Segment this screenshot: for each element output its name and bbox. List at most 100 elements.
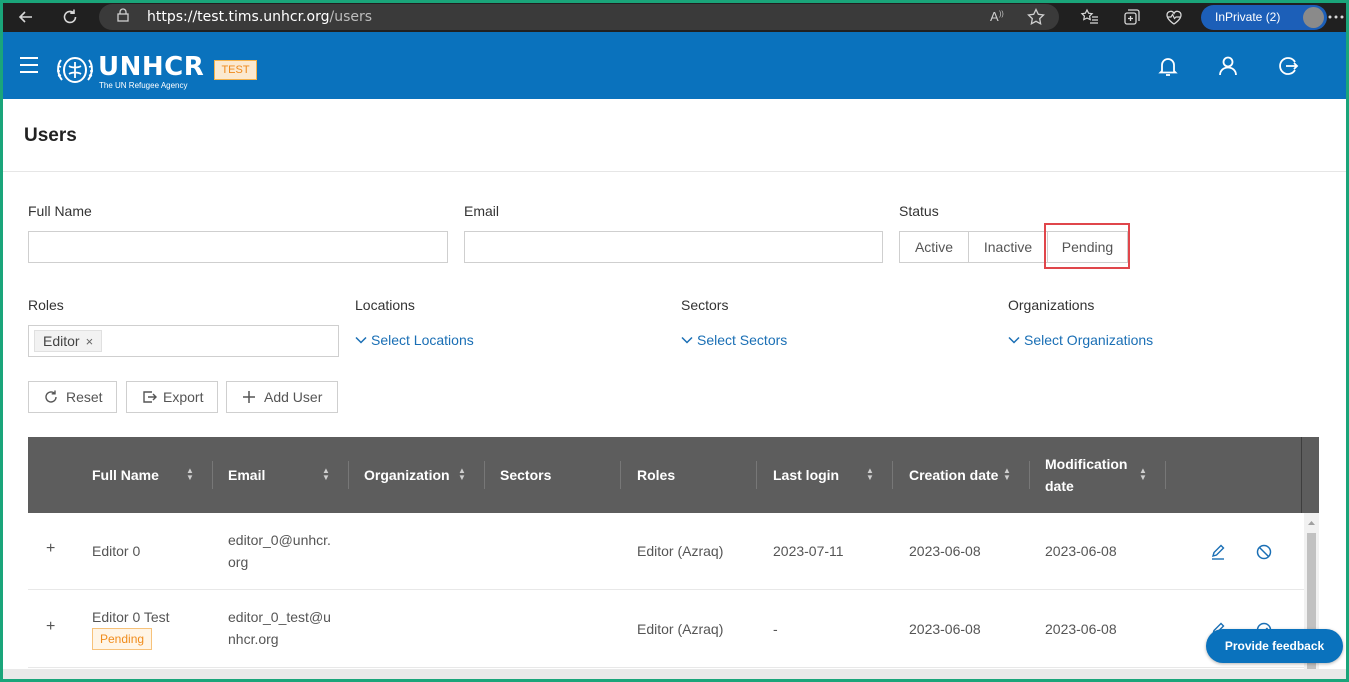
column-header-modification-date[interactable]: Modification date bbox=[1045, 437, 1135, 513]
select-organizations-dropdown[interactable]: Select Organizations bbox=[1008, 332, 1153, 348]
sectors-label: Sectors bbox=[681, 297, 729, 313]
cell-email-line-2: nhcr.org bbox=[228, 631, 279, 647]
browser-toolbar: https://test.tims.unhcr.org/users A)) In… bbox=[3, 3, 1346, 32]
sort-icon[interactable]: ▲ ▼ bbox=[458, 467, 466, 482]
user-profile-icon[interactable] bbox=[1216, 54, 1240, 78]
browser-health-icon[interactable] bbox=[1163, 7, 1185, 29]
cell-roles: Editor (Azraq) bbox=[637, 621, 724, 637]
add-user-label: Add User bbox=[264, 389, 323, 405]
page-horizontal-scrollbar[interactable] bbox=[3, 669, 1346, 679]
column-separator bbox=[1165, 461, 1166, 489]
column-header-full-name[interactable]: Full Name bbox=[92, 437, 159, 513]
logout-icon[interactable] bbox=[1276, 54, 1300, 78]
status-label: Status bbox=[899, 203, 939, 219]
column-header-roles: Roles bbox=[637, 467, 676, 483]
refresh-icon[interactable] bbox=[59, 7, 81, 29]
cell-roles: Editor (Azraq) bbox=[637, 543, 724, 559]
roles-label: Roles bbox=[28, 297, 64, 313]
chevron-down-icon bbox=[681, 332, 693, 348]
menu-icon[interactable] bbox=[20, 57, 38, 73]
sort-icon[interactable]: ▲ ▼ bbox=[186, 467, 194, 482]
locations-label: Locations bbox=[355, 297, 415, 313]
table-row: + Editor 0 editor_0@unhcr. org Editor (A… bbox=[28, 513, 1304, 590]
column-separator bbox=[620, 461, 621, 489]
scroll-up-arrow-icon[interactable] bbox=[1304, 517, 1319, 529]
column-separator bbox=[212, 461, 213, 489]
chevron-down-icon bbox=[1008, 332, 1020, 348]
app-header: UNHCR The UN Refugee Agency TEST bbox=[3, 32, 1346, 99]
cell-email-line-2: org bbox=[228, 554, 249, 570]
svg-text:A: A bbox=[990, 9, 999, 24]
status-badge: Pending bbox=[92, 628, 153, 650]
role-tag-label: Editor bbox=[43, 333, 80, 349]
reset-icon bbox=[44, 382, 58, 422]
page-title: Users bbox=[24, 125, 77, 146]
email-label: Email bbox=[464, 203, 500, 219]
select-organizations-label: Select Organizations bbox=[1024, 332, 1154, 348]
cell-full-name: Editor 0 Test bbox=[92, 609, 170, 625]
favorite-star-icon[interactable] bbox=[1027, 7, 1045, 29]
deactivate-icon[interactable] bbox=[1255, 543, 1273, 561]
url-host: https://test.tims.unhcr.org bbox=[147, 9, 330, 25]
sort-icon[interactable]: ▲ ▼ bbox=[866, 467, 874, 482]
select-locations-dropdown[interactable]: Select Locations bbox=[355, 332, 474, 348]
environment-badge: TEST bbox=[214, 60, 257, 80]
cell-email: editor_0_test@u nhcr.org bbox=[228, 606, 331, 650]
read-aloud-icon[interactable]: A)) bbox=[989, 8, 1007, 27]
notifications-bell-icon[interactable] bbox=[1156, 54, 1180, 78]
cell-email-line-1: editor_0_test@u bbox=[228, 609, 331, 625]
export-icon bbox=[142, 382, 157, 422]
column-header-creation-date[interactable]: Creation date bbox=[909, 437, 998, 513]
back-arrow-icon[interactable] bbox=[15, 7, 37, 29]
role-tag-editor: Editor × bbox=[34, 330, 103, 352]
organizations-label: Organizations bbox=[1008, 297, 1095, 313]
export-button[interactable]: Export bbox=[126, 381, 218, 413]
status-inactive-button[interactable]: Inactive bbox=[968, 231, 1048, 263]
column-separator bbox=[484, 461, 485, 489]
brand-tagline: The UN Refugee Agency bbox=[99, 81, 188, 90]
header-divider bbox=[3, 171, 1346, 172]
sort-icon[interactable]: ▲ ▼ bbox=[322, 467, 330, 482]
status-active-button[interactable]: Active bbox=[899, 231, 969, 263]
export-label: Export bbox=[163, 389, 204, 405]
lock-icon bbox=[117, 8, 129, 25]
inprivate-label: InPrivate (2) bbox=[1215, 10, 1281, 24]
more-options-icon[interactable] bbox=[1325, 7, 1346, 29]
full-name-label: Full Name bbox=[28, 203, 92, 219]
cell-modification-date: 2023-06-08 bbox=[1045, 621, 1117, 637]
column-separator bbox=[892, 461, 893, 489]
cell-last-login: - bbox=[773, 621, 778, 637]
cell-creation-date: 2023-06-08 bbox=[909, 621, 981, 637]
email-input[interactable] bbox=[464, 231, 883, 263]
favorites-list-icon[interactable] bbox=[1079, 7, 1101, 29]
select-sectors-label: Select Sectors bbox=[697, 332, 788, 348]
sort-icon[interactable]: ▲ ▼ bbox=[1003, 467, 1011, 482]
column-header-organization[interactable]: Organization bbox=[364, 437, 450, 513]
svg-text:)): )) bbox=[999, 11, 1004, 18]
cell-creation-date: 2023-06-08 bbox=[909, 543, 981, 559]
column-header-sectors: Sectors bbox=[500, 467, 552, 483]
add-user-button[interactable]: Add User bbox=[226, 381, 338, 413]
provide-feedback-button[interactable]: Provide feedback bbox=[1206, 629, 1343, 663]
column-separator bbox=[348, 461, 349, 489]
column-header-last-login[interactable]: Last login bbox=[773, 437, 839, 513]
expand-row-icon[interactable]: + bbox=[46, 618, 55, 636]
expand-row-icon[interactable]: + bbox=[46, 540, 55, 558]
roles-select[interactable]: Editor × bbox=[28, 325, 339, 357]
edit-pencil-icon[interactable] bbox=[1209, 543, 1227, 561]
window: https://test.tims.unhcr.org/users A)) In… bbox=[3, 3, 1346, 679]
reset-label: Reset bbox=[66, 389, 103, 405]
chevron-down-icon bbox=[355, 332, 367, 348]
inprivate-button[interactable]: InPrivate (2) bbox=[1201, 5, 1327, 30]
url-path: /users bbox=[329, 9, 373, 25]
collections-icon[interactable] bbox=[1121, 7, 1143, 29]
unhcr-logo-icon[interactable] bbox=[55, 52, 95, 86]
select-sectors-dropdown[interactable]: Select Sectors bbox=[681, 332, 787, 348]
remove-tag-icon[interactable]: × bbox=[86, 334, 94, 349]
table-row: + Editor 0 Test Pending editor_0_test@u … bbox=[28, 591, 1304, 668]
sort-icon[interactable]: ▲ ▼ bbox=[1139, 467, 1147, 482]
address-bar[interactable]: https://test.tims.unhcr.org/users A)) bbox=[99, 4, 1059, 30]
reset-button[interactable]: Reset bbox=[28, 381, 117, 413]
full-name-input[interactable] bbox=[28, 231, 448, 263]
column-header-email[interactable]: Email bbox=[228, 437, 265, 513]
